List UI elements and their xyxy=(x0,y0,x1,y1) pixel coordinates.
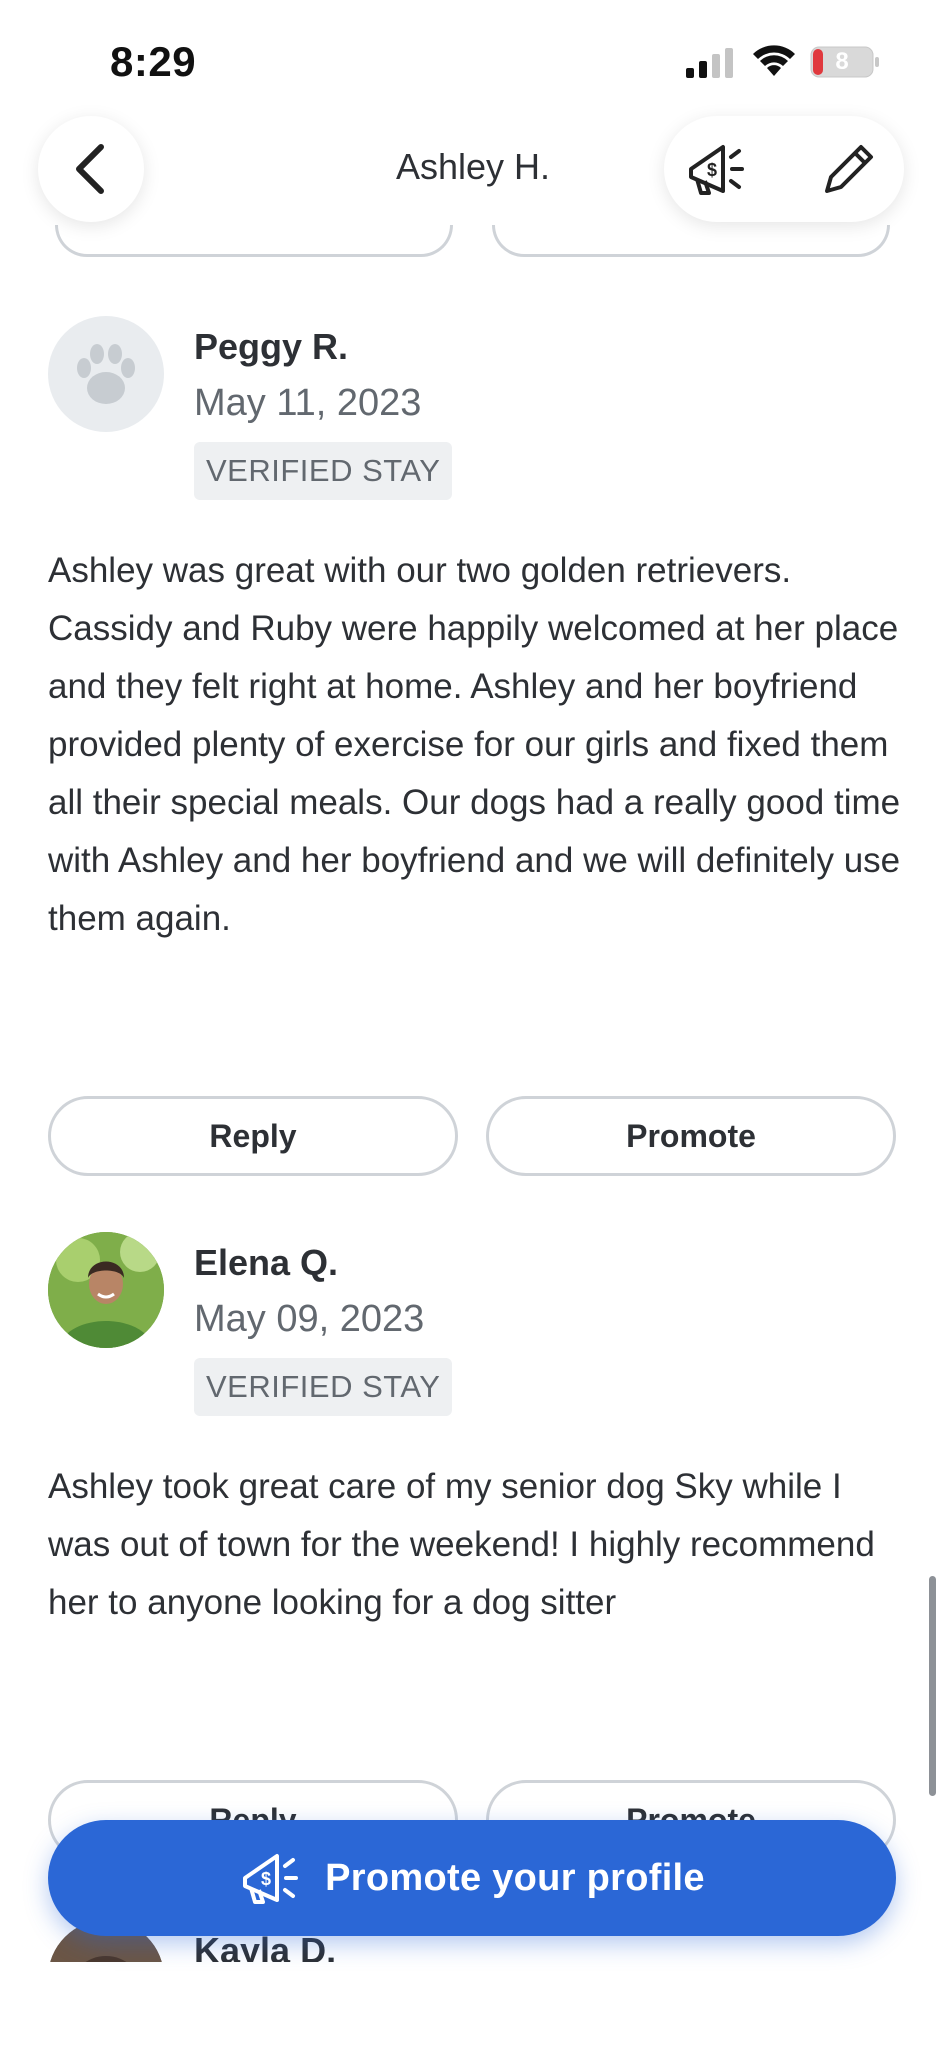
megaphone-dollar-icon: $ xyxy=(239,1846,303,1910)
header-actions: $ xyxy=(664,116,904,222)
review-actions: Reply Promote xyxy=(48,1096,898,1176)
previous-promote-button[interactable] xyxy=(492,225,890,257)
status-bar: 8:29 8 xyxy=(0,0,946,120)
svg-text:$: $ xyxy=(261,1869,271,1889)
pencil-icon xyxy=(825,145,873,193)
reviewer-name: Elena Q. xyxy=(194,1242,339,1283)
bottom-cutoff xyxy=(0,1962,946,2048)
avatar xyxy=(48,1232,164,1348)
review-text: Ashley took great care of my senior dog … xyxy=(48,1467,875,1622)
avatar xyxy=(48,316,164,432)
review-date: May 11, 2023 xyxy=(194,382,422,424)
promote-profile-button[interactable]: $ Promote your profile xyxy=(48,1820,896,1936)
verified-stay-badge: VERIFIED STAY xyxy=(194,442,453,500)
previous-reply-button[interactable] xyxy=(55,225,453,257)
wifi-icon xyxy=(753,45,795,76)
battery-level: 8 xyxy=(835,48,849,75)
battery-icon: 8 xyxy=(810,46,880,78)
svg-text:$: $ xyxy=(707,160,717,180)
cellular-signal-icon xyxy=(686,48,733,78)
edit-button[interactable] xyxy=(814,134,884,204)
scrollbar[interactable] xyxy=(929,1576,936,1796)
review-item: Elena Q. May 09, 2023 VERIFIED STAY Ashl… xyxy=(48,1232,898,1860)
reviewer-photo xyxy=(48,1232,164,1348)
verified-stay-badge: VERIFIED STAY xyxy=(194,1358,453,1416)
promote-review-button[interactable]: Promote xyxy=(486,1096,896,1176)
review-text: Ashley was great with our two golden ret… xyxy=(48,551,901,938)
paw-icon xyxy=(77,344,135,404)
megaphone-dollar-icon: $ xyxy=(689,145,744,195)
review-item: Peggy R. May 11, 2023 VERIFIED STAY Ashl… xyxy=(48,316,900,1176)
header: Ashley H. $ xyxy=(0,112,946,222)
status-time: 8:29 xyxy=(110,38,197,85)
promote-profile-label: Promote your profile xyxy=(325,1856,705,1899)
reviewer-name: Peggy R. xyxy=(194,326,349,367)
promote-header-button[interactable]: $ xyxy=(682,134,752,204)
review-date: May 09, 2023 xyxy=(194,1298,425,1340)
reply-button[interactable]: Reply xyxy=(48,1096,458,1176)
